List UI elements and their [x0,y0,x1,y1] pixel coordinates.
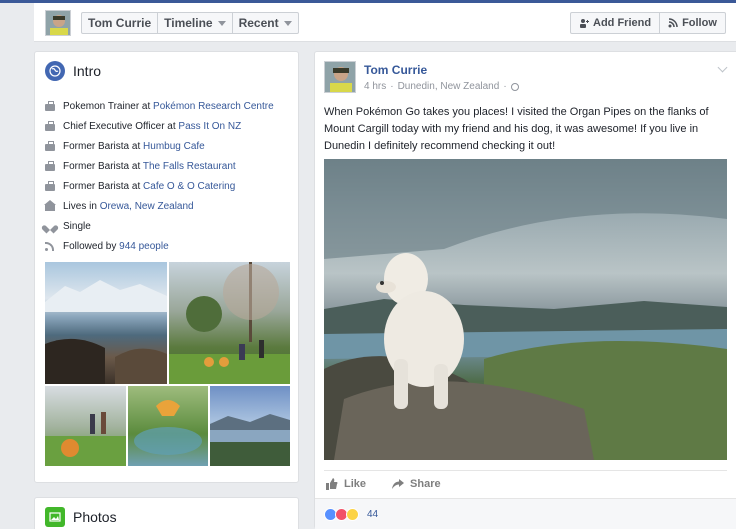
featured-photo-5[interactable] [210,386,290,466]
intro-item: Former Barista at Cafe O & O Catering [45,176,295,196]
intro-item-prefix: Followed by [63,240,120,252]
chevron-down-icon [217,20,226,26]
recent-tab-label: Recent [238,16,279,30]
post-options-chevron-icon[interactable] [717,62,728,73]
intro-item-link[interactable]: Humbug Cafe [143,141,205,152]
intro-item: Pokemon Trainer at Pokémon Research Cent… [45,96,295,116]
share-arrow-icon [392,478,405,489]
chevron-down-icon [283,20,292,26]
recent-tab[interactable]: Recent [233,13,298,33]
intro-photo-grid [45,262,290,466]
intro-item: Former Barista at Humbug Cafe [45,136,295,156]
intro-item-text: Chief Executive Officer at Pass It On NZ [63,121,241,132]
post-photo[interactable] [324,159,727,460]
intro-item-prefix: Lives in [63,200,100,212]
intro-item-link[interactable]: The Falls Restaurant [143,161,236,172]
intro-item-text: Former Barista at The Falls Restaurant [63,161,236,172]
globe-icon[interactable] [510,82,519,91]
post-author-avatar[interactable] [324,61,356,93]
post-card: Tom Currie 4 hrs · Dunedin, New Zealand … [314,51,736,529]
name-tab[interactable]: Tom Currie [82,13,159,33]
intro-item-link[interactable]: Cafe O & O Catering [143,181,235,192]
wow-reaction-icon [346,508,359,521]
share-button[interactable]: Share [392,478,441,490]
post-meta: 4 hrs · Dunedin, New Zealand · [364,81,519,92]
add-friend-icon [580,19,589,28]
intro-item: Chief Executive Officer at Pass It On NZ [45,116,295,136]
featured-photo-4[interactable] [128,386,208,466]
thumbs-up-icon [326,477,338,490]
reactions-summary[interactable]: 44 [315,498,736,529]
timeline-tab[interactable]: Timeline [158,13,233,33]
intro-item-prefix: Pokemon Trainer at [63,100,154,112]
globe-icon [45,61,65,81]
intro-item-text: Single [63,221,91,232]
post-time[interactable]: 4 hrs [364,81,386,92]
post-location[interactable]: Dunedin, New Zealand [398,81,500,92]
intro-item-text: Lives in Orewa, New Zealand [63,201,194,212]
meta-separator: · [503,81,507,92]
add-friend-button[interactable]: Add Friend [571,13,661,33]
intro-card: Intro Pokemon Trainer at Pokémon Researc… [34,51,299,483]
photo-icon [45,507,65,527]
featured-photo-2[interactable] [169,262,290,384]
post-author-name[interactable]: Tom Currie [364,63,427,77]
intro-item-prefix: Former Barista at [63,160,143,172]
home-icon [44,200,56,211]
intro-item-text: Former Barista at Humbug Cafe [63,141,205,152]
briefcase-icon [45,100,55,111]
intro-item-prefix: Former Barista at [63,140,144,152]
intro-item-text: Former Barista at Cafe O & O Catering [63,181,235,192]
intro-item: Lives in Orewa, New Zealand [44,196,295,216]
intro-item: Followed by 944 people [45,236,295,256]
intro-item-link[interactable]: 944 people [119,241,169,252]
intro-item-prefix: Chief Executive Officer at [63,120,179,132]
timeline-tab-label: Timeline [164,16,213,30]
profile-header-bar: Tom Currie Timeline Recent Add Friend Fo… [34,3,736,42]
post-action-bar: Like Share [324,470,727,496]
intro-item-prefix: Former Barista at [63,180,144,192]
intro-item-prefix: Single [63,220,91,232]
profile-actions: Add Friend Follow [570,12,726,34]
post-text: When Pokémon Go takes you places! I visi… [324,106,709,152]
follow-button[interactable]: Follow [660,13,725,33]
heart-icon [45,221,55,231]
intro-title-row: Intro [45,61,101,81]
featured-photo-3[interactable] [45,386,126,466]
intro-item: Single [45,216,295,236]
intro-item-link[interactable]: Pass It On NZ [178,121,241,132]
like-label: Like [344,477,367,490]
reaction-count[interactable]: 44 [367,509,378,520]
like-button[interactable]: Like [326,477,367,490]
briefcase-icon [45,140,55,151]
photos-title-row[interactable]: Photos [45,507,117,527]
featured-photo-1[interactable] [45,262,167,384]
briefcase-icon [45,160,55,171]
intro-item-link[interactable]: Pokémon Research Centre [153,101,274,112]
briefcase-icon [45,180,55,191]
avatar[interactable] [45,10,71,36]
meta-separator: · [390,81,394,92]
follow-label: Follow [682,17,717,29]
profile-nav-group: Tom Currie Timeline Recent [81,12,299,34]
intro-item-text: Pokemon Trainer at Pokémon Research Cent… [63,101,274,112]
add-friend-label: Add Friend [593,17,652,29]
photos-card: Photos [34,497,299,529]
intro-list: Pokemon Trainer at Pokémon Research Cent… [44,96,295,256]
intro-title: Intro [73,63,102,79]
briefcase-icon [45,120,55,131]
photos-title: Photos [73,509,117,525]
rss-icon [668,18,678,28]
intro-item: Former Barista at The Falls Restaurant [45,156,295,176]
intro-item-text: Followed by 944 people [63,241,169,252]
share-label: Share [410,477,441,490]
intro-item-link[interactable]: Orewa, New Zealand [100,201,194,212]
name-tab-label: Tom Currie [88,16,152,30]
rss-icon [45,241,55,251]
